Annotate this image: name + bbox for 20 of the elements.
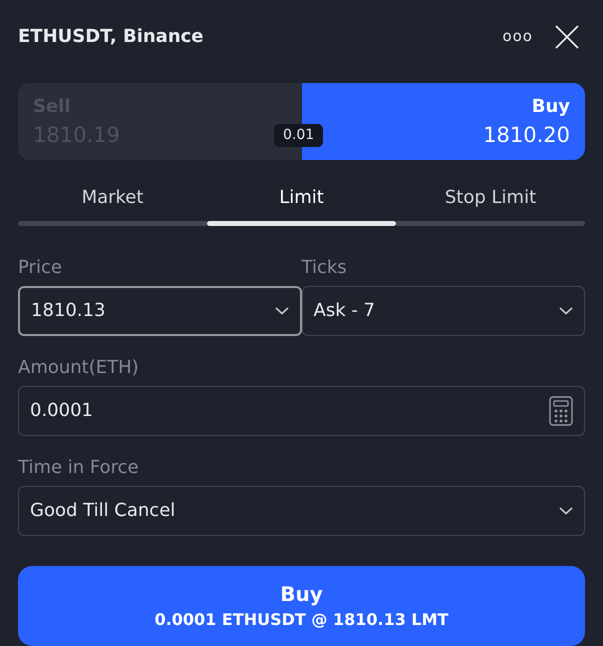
order-type-tab[interactable]: Limit (207, 182, 396, 226)
calculator-icon[interactable] (549, 396, 573, 426)
chevron-down-icon (559, 506, 573, 515)
chevron-down-icon (274, 306, 288, 315)
dropdown-field[interactable]: Good Till Cancel (18, 486, 585, 536)
dropdown-field[interactable]: 1810.13 (18, 286, 302, 336)
dropdown-field[interactable]: Ask - 7 (302, 286, 585, 336)
input-field[interactable]: 0.0001 (18, 386, 585, 436)
order-type-tab[interactable]: Market (18, 182, 207, 226)
field-label: Price (18, 256, 63, 280)
chevron-down-icon (559, 306, 573, 315)
field-label: Amount(ETH) (18, 356, 140, 380)
field-label: Time in Force (18, 456, 140, 480)
order-type-tab[interactable]: Stop Limit (396, 182, 585, 226)
more-button[interactable]: ooo (502, 25, 533, 48)
field-label: Ticks (302, 256, 348, 280)
spread-badge: 0.01 (274, 124, 324, 148)
close-icon[interactable] (555, 24, 579, 49)
buy-order-button[interactable]: Buy 0.0001 ETHUSDT @ 1810.13 LMT (18, 566, 585, 646)
window-title: ETHUSDT, Binance (18, 25, 204, 50)
